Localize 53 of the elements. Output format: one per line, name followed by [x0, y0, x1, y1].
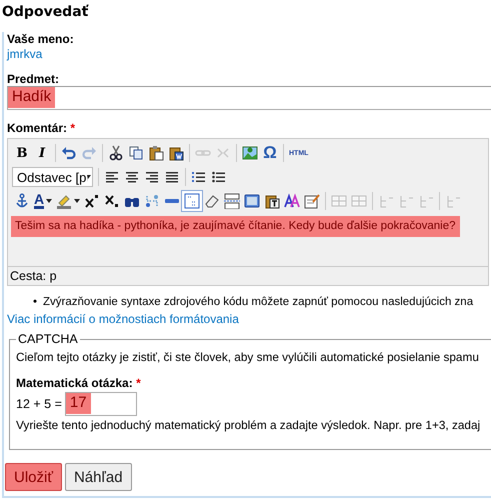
align-center-icon [124, 169, 140, 185]
align-right-icon [144, 169, 160, 185]
bold-button[interactable]: B [12, 143, 32, 163]
show-blocks-icon [184, 193, 200, 209]
italic-button[interactable]: I [32, 143, 52, 163]
bullet-list-icon [211, 169, 228, 185]
math-equation: 12 + 5 = [16, 397, 62, 411]
format-dropdown[interactable]: Odstavec [p [12, 167, 94, 187]
cut-icon [108, 145, 124, 161]
special-char-button[interactable]: Ω [260, 143, 280, 163]
eraser-icon [204, 193, 220, 209]
copy-icon [128, 145, 144, 161]
page-heading: Odpovedať [1, 3, 90, 22]
comment-text: Tešim sa na hadíka - pythoníka, je zaujímavé čítanie. Kedy bude ďalšie pokračovanie? [11, 216, 460, 237]
table-icon [331, 193, 348, 209]
answer-field[interactable]: 17 [64, 392, 137, 416]
table-icon [351, 193, 368, 209]
subject-field[interactable]: Hadík [7, 86, 491, 110]
ordered-list-icon [191, 169, 208, 185]
styles-icon [284, 193, 300, 209]
page-break-button[interactable] [222, 191, 242, 211]
text-color-button[interactable]: A [32, 191, 54, 211]
paste-text-icon [264, 193, 280, 209]
subscript-icon [104, 193, 120, 209]
undo-icon [61, 145, 77, 161]
superscript-icon [84, 193, 100, 209]
align-left-icon [104, 169, 120, 185]
formatting-tip: Zvýrazňovanie syntaxe zdrojového kódu môžete zapnúť pomocou nasledujúcich zna [43, 296, 474, 308]
captcha-legend: CAPTCHA [16, 332, 80, 346]
captcha-description: Cieľom tejto otázky je zistiť, či ste človek, aby sme vylúčili automatické posielanie spamu [16, 350, 479, 364]
align-justify-icon [164, 169, 180, 185]
highlight-color-icon [56, 193, 72, 209]
image-icon [242, 145, 258, 161]
editor-area[interactable]: Tešim sa na hadíka - pythoníka, je zaujímavé čítanie. Kedy bude ďalšie pokračovanie? [8, 212, 488, 267]
bullet-marker: • [33, 296, 38, 308]
paste-icon [148, 145, 164, 161]
caret-icon [87, 175, 92, 182]
formatting-link[interactable]: Viac informácií o možnostiach formátovania [7, 312, 239, 326]
redo-icon [81, 145, 97, 161]
preview-button[interactable]: Náhľad [64, 463, 132, 491]
save-button[interactable]: Uložiť [5, 463, 62, 491]
paste-word-icon [168, 145, 184, 161]
field-label: Matematická otázka: * [16, 376, 141, 390]
field-label: Komentár: * [7, 121, 76, 135]
field-label: Vaše meno: [7, 32, 74, 46]
anchor-icon [14, 193, 30, 209]
editor-path: Cesta: p [9, 268, 58, 285]
captcha-hint: Vyriešte tento jednoduchý matematický problém a zadajte výsledok. Napr. pre 1+3, zadaj [16, 418, 480, 432]
page-break-icon [224, 193, 240, 209]
author-link[interactable]: jmrkva [7, 47, 42, 61]
form-icon [304, 193, 320, 209]
show-blocks-button[interactable] [182, 191, 202, 211]
field-label: Predmet: [7, 72, 60, 86]
